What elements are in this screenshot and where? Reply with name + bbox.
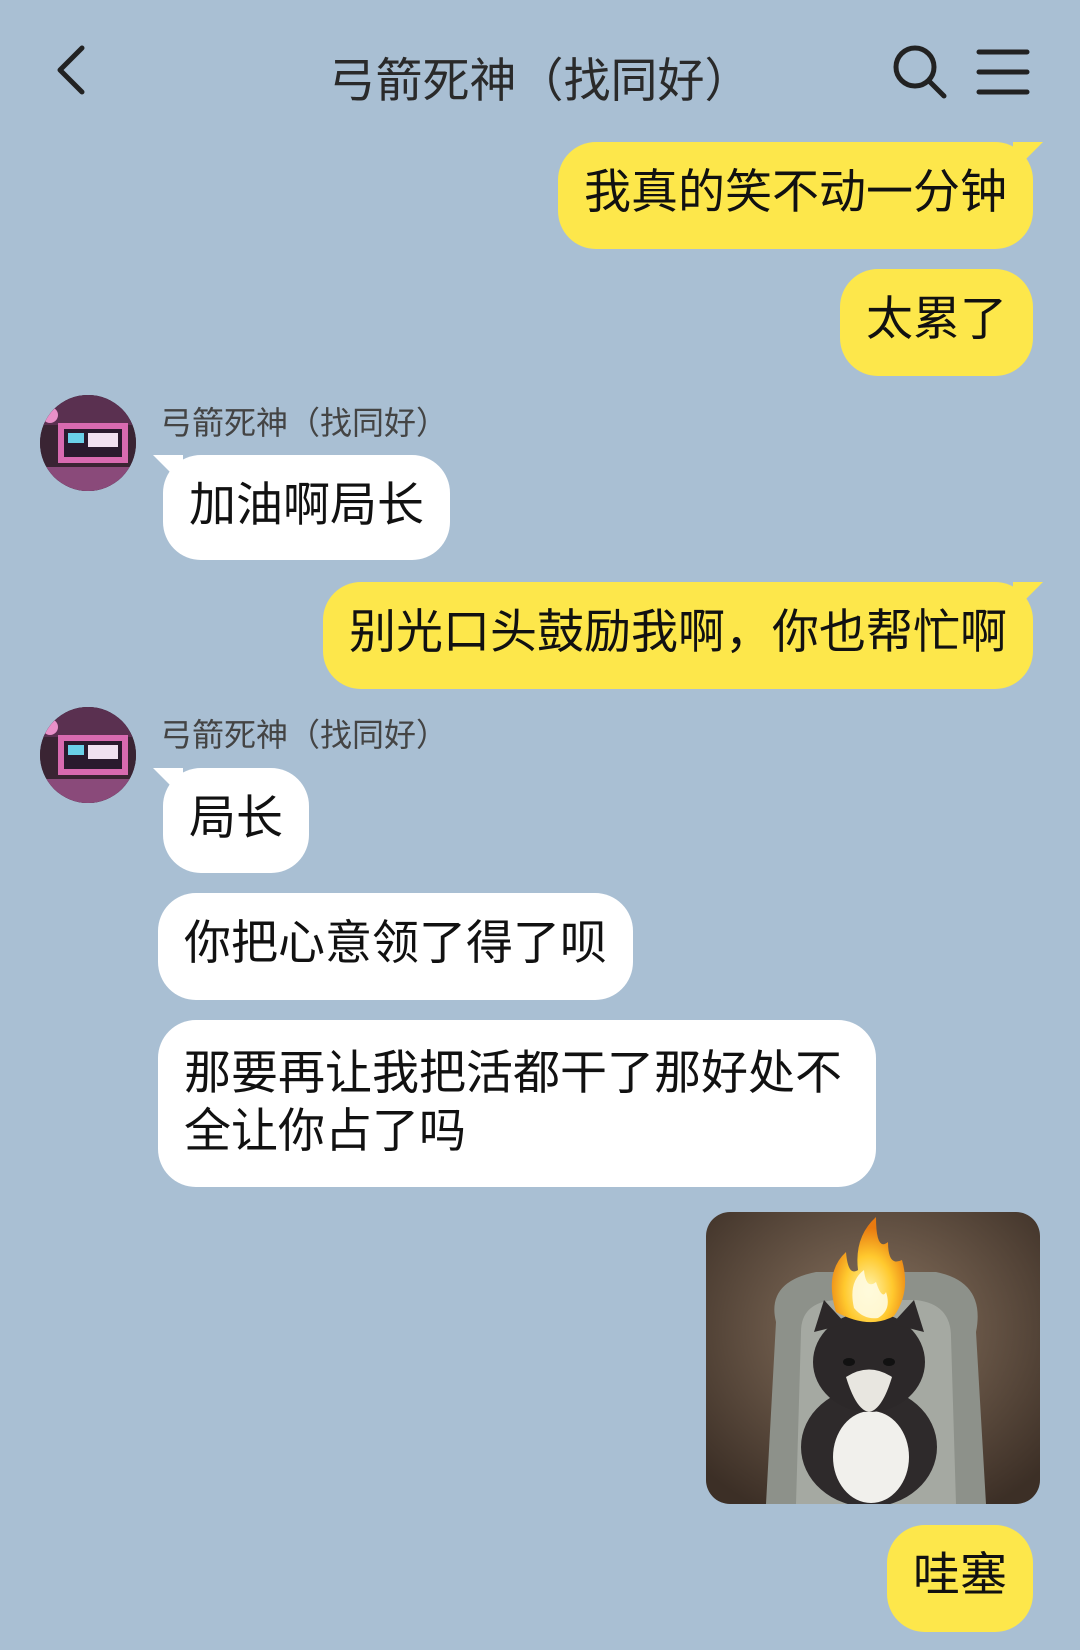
message-text: 局长 — [189, 791, 283, 846]
message-text: 我真的笑不动一分钟 — [584, 165, 1007, 220]
outgoing-message-bubble[interactable]: 哇塞 — [887, 1525, 1033, 1632]
incoming-message-bubble[interactable]: 你把心意领了得了呗 — [158, 893, 633, 1000]
outgoing-message-bubble[interactable]: 我真的笑不动一分钟 — [558, 142, 1033, 249]
incoming-message-bubble[interactable]: 局长 — [163, 768, 309, 873]
outgoing-message-bubble[interactable]: 太累了 — [840, 269, 1033, 376]
chat-header: 弓箭死神（找同好） — [0, 0, 1080, 140]
message-text: 你把心意领了得了呗 — [184, 916, 607, 971]
message-text: 哇塞 — [913, 1548, 1007, 1603]
sender-name: 弓箭死神（找同好） — [160, 404, 449, 442]
avatar-image-icon — [40, 395, 136, 491]
contact-avatar[interactable] — [40, 395, 136, 491]
contact-avatar[interactable] — [40, 707, 136, 803]
hamburger-menu-icon — [976, 49, 1030, 95]
message-text: 那要再让我把活都干了那好处不全让你占了吗 — [184, 1046, 842, 1159]
incoming-message-bubble[interactable]: 那要再让我把活都干了那好处不全让你占了吗 — [158, 1020, 876, 1187]
message-text: 加油啊局长 — [189, 478, 424, 533]
incoming-message-bubble[interactable]: 加油啊局长 — [163, 455, 450, 560]
search-button[interactable] — [890, 42, 950, 102]
sender-name: 弓箭死神（找同好） — [160, 716, 449, 754]
sticker-message[interactable] — [706, 1212, 1040, 1504]
avatar-image-icon — [40, 707, 136, 803]
search-icon — [893, 45, 947, 99]
outgoing-message-bubble[interactable]: 别光口头鼓励我啊，你也帮忙啊 — [323, 582, 1033, 689]
menu-button[interactable] — [975, 44, 1031, 100]
burning-cat-sticker-icon — [706, 1212, 1040, 1504]
message-text: 别光口头鼓励我啊，你也帮忙啊 — [349, 605, 1007, 660]
message-text: 太累了 — [866, 292, 1007, 347]
